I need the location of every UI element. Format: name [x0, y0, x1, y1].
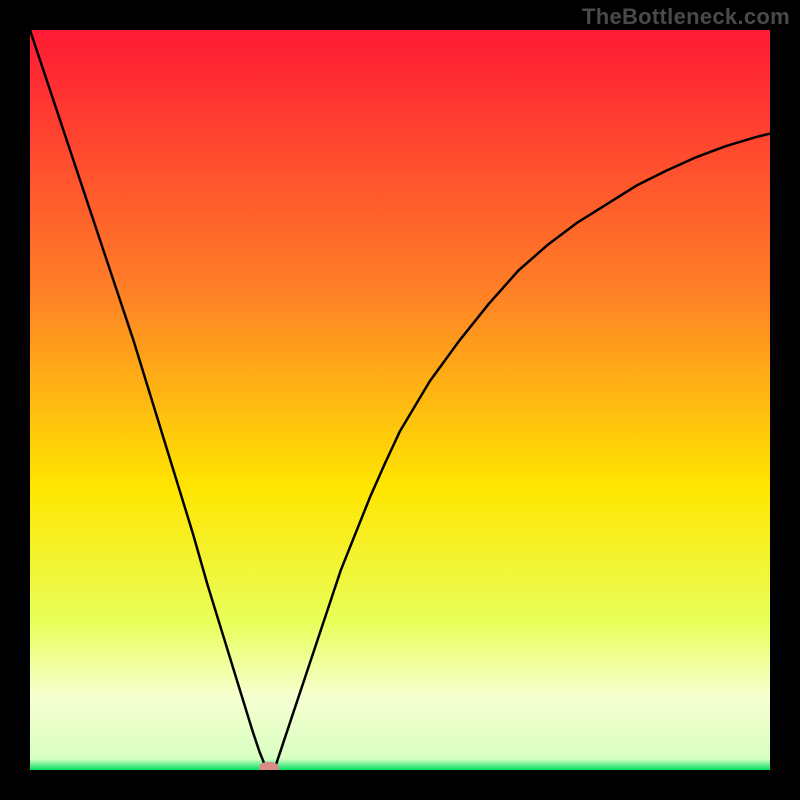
watermark-text: TheBottleneck.com — [582, 4, 790, 30]
gradient-rect — [30, 30, 770, 770]
plot-area — [30, 30, 770, 770]
chart-frame: { "watermark": "TheBottleneck.com", "col… — [0, 0, 800, 800]
bottleneck-chart — [30, 30, 770, 770]
